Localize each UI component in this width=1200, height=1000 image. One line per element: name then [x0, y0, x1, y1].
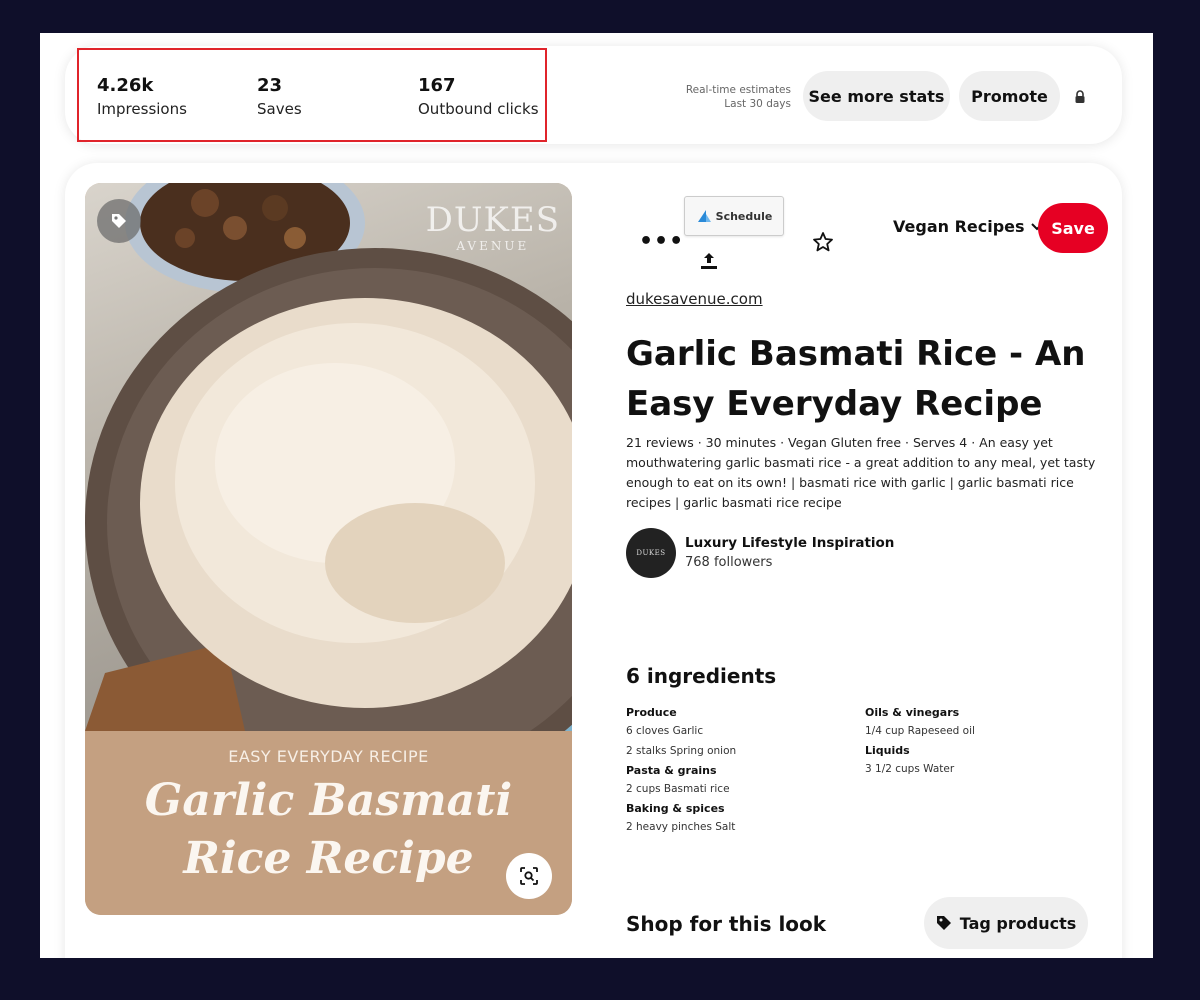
banner-headline: Garlic Basmati Rice Recipe: [85, 772, 572, 888]
stat-saves: 23 Saves: [257, 76, 302, 119]
ingredient-item: 3 1/2 cups Water: [865, 763, 955, 775]
watermark-line-1: DUKES: [425, 200, 560, 240]
banner-headline-line-2: Rice Recipe: [183, 833, 474, 884]
estimate-line-2: Last 30 days: [724, 98, 791, 110]
pin-image[interactable]: DUKES AVENUE EASY EVERYDAY RECIPE Garlic…: [85, 183, 572, 915]
estimate-line-1: Real-time estimates: [685, 84, 791, 96]
ingredient-group: Produce 6 cloves Garlic 2 stalks Spring …: [626, 705, 846, 761]
board-select-dropdown[interactable]: Vegan Recipes: [893, 217, 1043, 236]
pin-banner: EASY EVERYDAY RECIPE Garlic Basmati Rice…: [85, 731, 572, 915]
ingredient-group-title: Pasta & grains: [626, 764, 717, 777]
save-button[interactable]: Save: [1038, 203, 1108, 253]
source-domain-link[interactable]: dukesavenue.com: [626, 290, 763, 308]
star-icon[interactable]: [812, 231, 834, 257]
banner-headline-line-1: Garlic Basmati: [144, 775, 513, 826]
watermark-line-2: AVENUE: [456, 239, 530, 253]
tag-icon: [112, 214, 126, 228]
clicks-label: Outbound clicks: [418, 100, 539, 118]
creator-avatar[interactable]: DUKES: [626, 528, 676, 578]
ingredient-group-title: Produce: [626, 706, 677, 719]
ingredients-title: 6 ingredients: [626, 664, 777, 688]
more-options-button[interactable]: •••: [639, 229, 684, 254]
brand-watermark: DUKES AVENUE: [426, 201, 560, 253]
stat-outbound-clicks: 167 Outbound clicks: [418, 76, 539, 119]
schedule-button[interactable]: Schedule: [684, 196, 784, 236]
creator-name[interactable]: Luxury Lifestyle Inspiration: [685, 535, 894, 551]
estimate-note: Real-time estimates Last 30 days: [686, 83, 791, 111]
visual-search-icon: [520, 867, 538, 885]
board-name: Vegan Recipes: [893, 217, 1025, 236]
pin-title: Garlic Basmati Rice - An Easy Everyday R…: [626, 334, 1086, 424]
ingredients-column-right: Oils & vinegars 1/4 cup Rapeseed oil Liq…: [865, 705, 1085, 781]
clicks-value: 167: [418, 75, 456, 96]
shop-title: Shop for this look: [626, 912, 827, 936]
saves-value: 23: [257, 75, 283, 96]
visual-search-button[interactable]: [506, 853, 552, 899]
tag-icon: [936, 916, 951, 930]
promote-button[interactable]: Promote: [959, 71, 1060, 121]
tag-products-label: Tag products: [959, 913, 1077, 933]
ingredient-group: Liquids 3 1/2 cups Water: [865, 743, 1085, 779]
creator-followers: 768 followers: [685, 555, 773, 570]
stat-impressions: 4.26k Impressions: [97, 76, 187, 119]
ingredients-column-left: Produce 6 cloves Garlic 2 stalks Spring …: [626, 705, 846, 839]
ingredient-item: 6 cloves Garlic: [626, 725, 704, 737]
saves-label: Saves: [257, 100, 302, 118]
ingredient-group-title: Liquids: [865, 744, 910, 757]
image-tag-button[interactable]: [97, 199, 141, 243]
ingredient-group-title: Baking & spices: [626, 802, 725, 815]
ingredient-item: 2 cups Basmati rice: [626, 783, 730, 795]
ingredient-item: 2 heavy pinches Salt: [626, 821, 736, 833]
pin-page: 4.26k Impressions 23 Saves 167 Outbound …: [40, 33, 1153, 958]
pin-description: 21 reviews · 30 minutes · Vegan Gluten f…: [626, 435, 1096, 510]
ingredient-group-title: Oils & vinegars: [865, 706, 960, 719]
pin-photo: [85, 183, 572, 731]
ingredient-item: 2 stalks Spring onion: [626, 745, 737, 757]
tag-products-button[interactable]: Tag products: [924, 897, 1088, 949]
ingredient-item: 1/4 cup Rapeseed oil: [865, 725, 975, 737]
lock-icon: [1074, 89, 1086, 108]
schedule-label: Schedule: [715, 209, 773, 223]
banner-kicker: EASY EVERYDAY RECIPE: [228, 747, 429, 766]
ingredient-group: Oils & vinegars 1/4 cup Rapeseed oil: [865, 705, 1085, 741]
see-more-stats-button[interactable]: See more stats: [803, 71, 950, 121]
share-icon[interactable]: [699, 251, 719, 275]
schedule-logo-icon: [697, 210, 711, 222]
impressions-label: Impressions: [97, 100, 187, 118]
ingredient-group: Baking & spices 2 heavy pinches Salt: [626, 801, 846, 837]
impressions-value: 4.26k: [97, 75, 154, 96]
ingredient-group: Pasta & grains 2 cups Basmati rice: [626, 763, 846, 799]
